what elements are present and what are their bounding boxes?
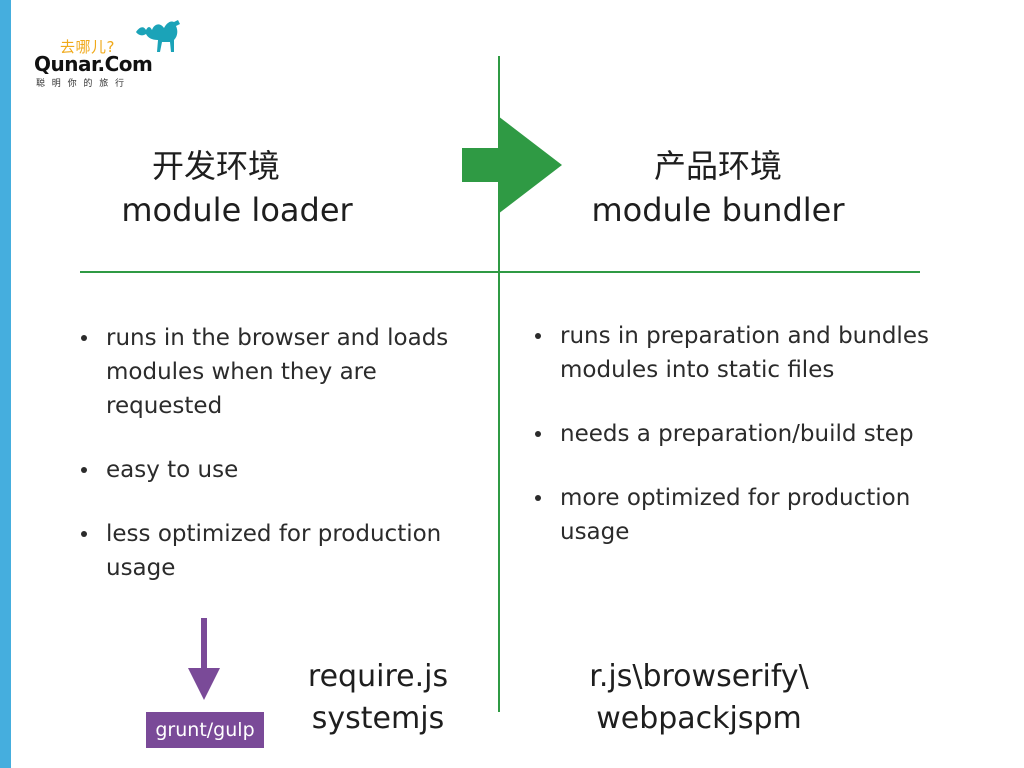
bundler-tools: r.js\browserify\ webpackjspm [564,656,834,740]
loader-tools: require.js systemjs [290,656,466,740]
list-item: less optimized for production usage [78,517,488,585]
tool-name: systemjs [311,701,445,736]
list-item: needs a preparation/build step [532,417,952,451]
right-heading-cn: 产品环境 [653,147,782,185]
down-arrow-icon [188,618,220,700]
tool-name: require.js [307,659,449,694]
horizontal-divider [80,271,920,273]
list-item: easy to use [78,453,488,487]
right-heading: 产品环境 module bundler [568,144,868,232]
logo-brand: Qunar.Com [34,52,153,76]
logo-slogan: 聪明你的旅行 [36,79,131,89]
left-heading: 开发环境 module loader [92,144,382,232]
build-tool-badge: grunt/gulp [146,712,264,748]
list-item: more optimized for production usage [532,481,952,549]
right-arrow-icon [462,116,562,214]
left-heading-cn: 开发环境 [152,147,281,185]
tool-name: r.js\browserify\ [589,659,809,694]
left-heading-en: module loader [121,191,353,229]
accent-stripe [0,0,11,768]
tool-name: webpackjspm [596,701,802,736]
right-heading-en: module bundler [591,191,845,229]
left-bullet-list: runs in the browser and loads modules wh… [78,321,488,615]
qunar-logo: 去哪儿? Qunar.Com 聪明你的旅行 [30,14,200,94]
list-item: runs in preparation and bundles modules … [532,319,952,387]
list-item: runs in the browser and loads modules wh… [78,321,488,423]
slide: 去哪儿? Qunar.Com 聪明你的旅行 开发环境 module loader… [0,0,1024,768]
right-bullet-list: runs in preparation and bundles modules … [532,319,952,579]
